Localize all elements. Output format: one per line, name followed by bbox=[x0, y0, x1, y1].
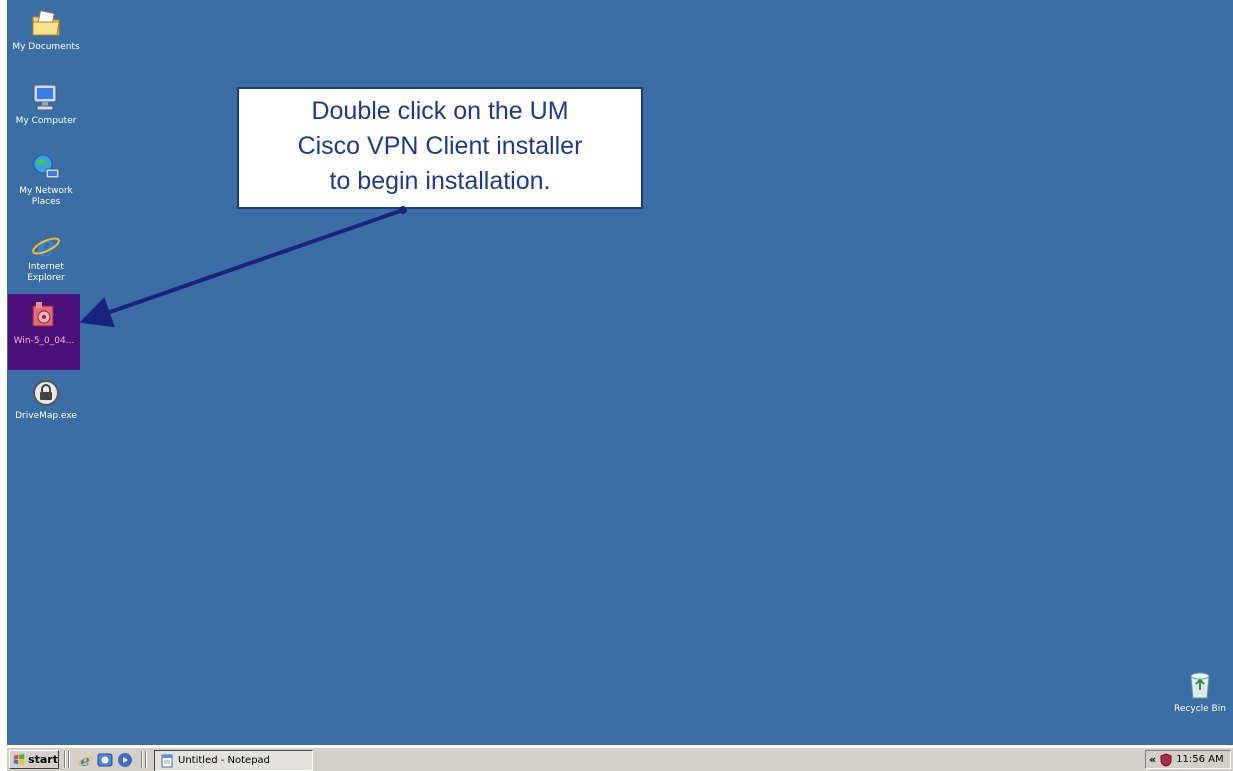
taskbar-separator bbox=[141, 751, 143, 768]
arrow-line bbox=[79, 208, 404, 328]
system-tray: « 11:56 AM bbox=[1145, 750, 1231, 769]
network-places-icon bbox=[33, 154, 60, 179]
desktop-icon-internet-explorer[interactable]: e Internet Explorer bbox=[8, 230, 84, 284]
callout-line-3: to begin installation. bbox=[329, 167, 551, 195]
taskbar-separator bbox=[64, 751, 66, 768]
start-label: start bbox=[28, 753, 58, 766]
start-button[interactable]: start bbox=[9, 750, 59, 769]
quick-launch-media-player-icon[interactable] bbox=[117, 752, 133, 768]
desktop[interactable]: My Documents My Computer My Network Plac… bbox=[7, 0, 1233, 745]
desktop-icon-label: My Documents bbox=[12, 42, 80, 52]
computer-icon bbox=[33, 84, 57, 111]
callout-line-2: Cisco VPN Client installer bbox=[297, 132, 583, 160]
lock-icon bbox=[33, 380, 59, 406]
notepad-icon bbox=[161, 754, 173, 767]
taskbar-separator bbox=[68, 751, 70, 768]
svg-text:e: e bbox=[37, 230, 55, 260]
desktop-icon-label: DriveMap.exe bbox=[15, 411, 77, 421]
security-shield-icon[interactable] bbox=[1160, 752, 1172, 767]
quick-launch-outlook-icon[interactable] bbox=[97, 752, 113, 768]
desktop-icon-recycle-bin[interactable]: Recycle Bin bbox=[1162, 668, 1233, 715]
recycle-bin-icon bbox=[1190, 672, 1210, 699]
desktop-icon-label: Internet Explorer bbox=[27, 262, 65, 283]
quick-launch-ie-icon[interactable]: e bbox=[77, 752, 93, 768]
screen: My Documents My Computer My Network Plac… bbox=[7, 0, 1233, 771]
instruction-callout: Double click on the UM Cisco VPN Client … bbox=[237, 87, 643, 209]
task-button-notepad[interactable]: Untitled - Notepad bbox=[154, 750, 313, 771]
callout-line-1: Double click on the UM bbox=[311, 97, 569, 125]
desktop-icon-my-network-places[interactable]: My Network Places bbox=[8, 152, 84, 208]
desktop-icon-label: Recycle Bin bbox=[1174, 704, 1226, 714]
desktop-icon-vpn-installer[interactable]: Win-5_0_04... bbox=[8, 294, 80, 370]
desktop-icon-label: My Computer bbox=[15, 116, 77, 126]
installer-package-icon bbox=[32, 302, 54, 327]
desktop-icon-my-computer[interactable]: My Computer bbox=[8, 82, 84, 127]
desktop-icon-drivemap[interactable]: DriveMap.exe bbox=[8, 377, 84, 422]
internet-explorer-icon: e bbox=[32, 230, 60, 260]
folder-documents-icon bbox=[32, 10, 60, 36]
clock[interactable]: 11:56 AM bbox=[1176, 754, 1223, 765]
windows-logo-icon bbox=[13, 753, 25, 766]
desktop-icon-label: My Network Places bbox=[19, 186, 73, 207]
taskbar-separator bbox=[145, 751, 147, 768]
taskbar: start e Untitled - Notepad « 11:56 AM bbox=[7, 747, 1233, 771]
tray-expand-button[interactable]: « bbox=[1149, 753, 1156, 766]
task-label: Untitled - Notepad bbox=[178, 755, 271, 766]
desktop-icon-my-documents[interactable]: My Documents bbox=[8, 8, 84, 53]
desktop-icon-label: Win-5_0_04... bbox=[13, 336, 75, 346]
